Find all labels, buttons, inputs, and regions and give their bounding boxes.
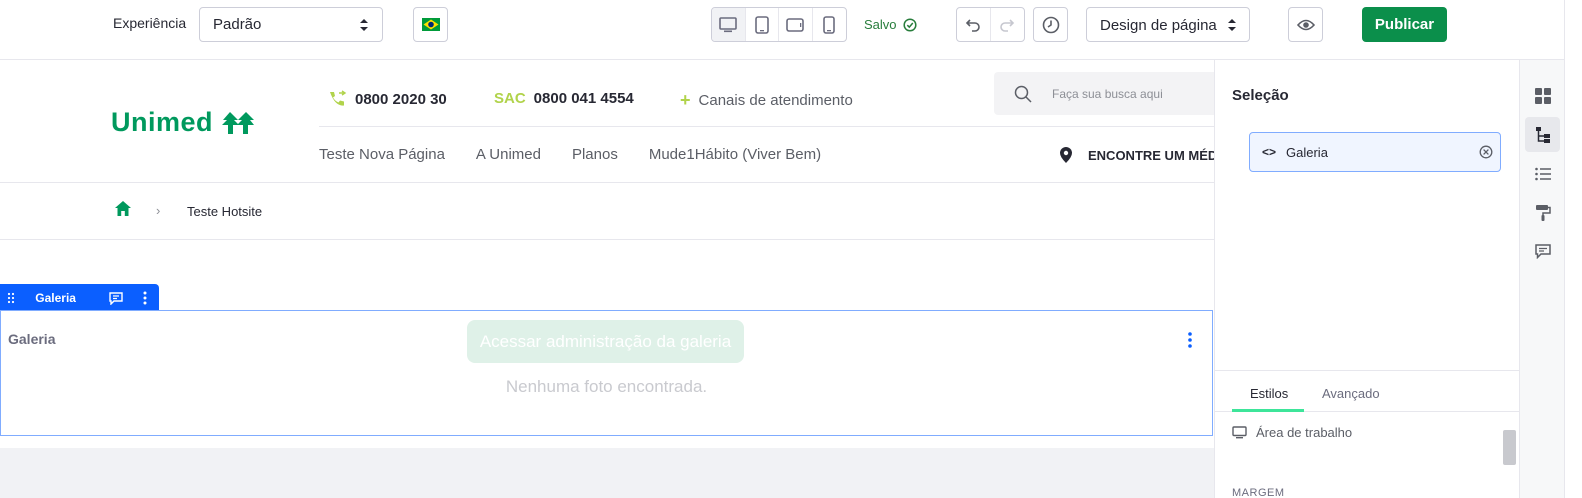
comment-icon[interactable]: [101, 291, 130, 305]
tablet-view-button[interactable]: [746, 8, 779, 41]
code-icon: <>: [1262, 145, 1277, 159]
fragments-widgets-button[interactable]: [1525, 78, 1560, 113]
fragment-topper[interactable]: Galeria: [0, 284, 159, 312]
plus-icon: +: [680, 90, 691, 110]
content-list-button[interactable]: [1525, 156, 1560, 191]
margin-section-label: MARGEM: [1232, 487, 1285, 498]
page-design-button[interactable]: [1525, 195, 1560, 230]
redo-button[interactable]: [991, 8, 1025, 41]
phone-number: 0800 2020 30: [355, 90, 447, 108]
search-icon: [1014, 85, 1032, 103]
mobile-portrait-icon: [823, 15, 836, 34]
nav-item[interactable]: A Unimed: [476, 146, 541, 163]
tab-styles[interactable]: Estilos: [1250, 386, 1288, 401]
gallery-fragment[interactable]: Galeria Acessar administração da galeria…: [0, 310, 1213, 436]
options-kebab-icon[interactable]: [130, 291, 159, 305]
undo-icon: [966, 18, 981, 32]
channels-label: Canais de atendimento: [698, 92, 853, 109]
grid-icon: [1534, 87, 1551, 104]
gallery-admin-button[interactable]: Acessar administração da galeria: [467, 320, 744, 363]
history-clock-icon: [1042, 16, 1059, 33]
site-search[interactable]: Faça sua busca aqui: [994, 72, 1214, 115]
editor-toolbar: Experiência Padrão Salvo Design de págin…: [0, 0, 1582, 60]
find-doctor-label: ENCONTRE UM MÉDICO: [1088, 147, 1214, 163]
panel-title: Seleção: [1232, 87, 1289, 104]
selected-fragment-item[interactable]: <> Galeria: [1249, 132, 1501, 172]
history-button[interactable]: [1033, 7, 1068, 42]
header-divider: [319, 126, 1214, 127]
fragment-title: Galeria: [8, 331, 56, 347]
page-design-value: Design de página: [1100, 17, 1217, 34]
sidebar-icon-strip: [1519, 60, 1564, 498]
breadcrumb: › Teste Hotsite: [0, 183, 1214, 240]
device-label: Área de trabalho: [1256, 425, 1353, 440]
select-caret-icon: [1228, 19, 1236, 31]
nav-item[interactable]: Teste Nova Página: [319, 146, 445, 163]
undo-button[interactable]: [957, 8, 991, 41]
select-caret-icon: [360, 19, 368, 31]
preview-button[interactable]: [1288, 7, 1323, 42]
home-icon[interactable]: [115, 201, 131, 216]
logo-text: Unimed: [111, 107, 214, 137]
save-status-label: Salvo: [864, 17, 897, 32]
phone-icon: [330, 90, 347, 106]
breadcrumb-separator: ›: [156, 203, 161, 218]
experience-select-value: Padrão: [213, 16, 262, 33]
search-placeholder: Faça sua busca aqui: [1052, 86, 1163, 101]
tab-advanced[interactable]: Avançado: [1322, 386, 1380, 401]
sac-label: SAC: [494, 90, 526, 107]
list-icon: [1534, 167, 1551, 180]
unimed-tree-icon: [222, 111, 255, 134]
experience-label: Experiência: [113, 15, 187, 31]
empty-gallery-message: Nenhuma foto encontrada.: [505, 377, 708, 396]
map-pin-icon: [1060, 147, 1072, 163]
service-channels-link[interactable]: + Canais de atendimento: [680, 90, 853, 111]
check-circle-icon: [902, 17, 917, 32]
eye-icon: [1296, 19, 1315, 30]
tablet-icon: [754, 15, 769, 34]
landscape-view-button[interactable]: [779, 8, 813, 41]
breadcrumb-current: Teste Hotsite: [187, 204, 263, 219]
nav-item[interactable]: Mude1Hábito (Viver Bem): [649, 146, 821, 163]
portrait-view-button[interactable]: [813, 8, 846, 41]
publish-button[interactable]: Publicar: [1362, 7, 1447, 42]
brazil-flag-icon: [421, 18, 440, 31]
mobile-landscape-icon: [786, 17, 805, 32]
active-tab-indicator: [1232, 409, 1304, 412]
sac-contact[interactable]: SAC 0800 041 4554: [494, 90, 634, 107]
redo-icon: [1000, 18, 1015, 32]
unimed-logo[interactable]: Unimed: [111, 107, 255, 138]
desktop-icon: [1232, 426, 1247, 439]
drag-handle-icon[interactable]: [0, 292, 21, 304]
save-status: Salvo: [864, 17, 917, 32]
selection-tree-button[interactable]: [1525, 117, 1560, 152]
nav-item[interactable]: Planos: [572, 146, 618, 163]
site-header: Unimed 0800 2020 30 SAC 0800 041 4554 + …: [0, 60, 1214, 183]
device-section: Área de trabalho: [1232, 425, 1352, 440]
window-scrollbar[interactable]: [1564, 0, 1582, 498]
undo-redo-group: [956, 7, 1025, 42]
panel-tabs: Estilos Avançado: [1215, 370, 1520, 412]
experience-select[interactable]: Padrão: [199, 7, 383, 42]
selection-panel: Seleção <> Galeria Estilos Avançado Área…: [1214, 60, 1520, 498]
comments-button[interactable]: [1525, 234, 1560, 269]
find-doctor-link[interactable]: ENCONTRE UM MÉDICO: [1060, 147, 1214, 163]
desktop-icon: [719, 16, 738, 32]
page-canvas: Unimed 0800 2020 30 SAC 0800 041 4554 + …: [0, 60, 1214, 498]
language-flag-button[interactable]: [413, 7, 448, 42]
desktop-view-button[interactable]: [712, 8, 746, 41]
page-design-select[interactable]: Design de página: [1086, 7, 1250, 42]
sac-number: 0800 041 4554: [533, 90, 634, 107]
fragment-kebab-icon[interactable]: [1184, 331, 1196, 349]
tree-hierarchy-icon: [1535, 126, 1550, 143]
selected-fragment-label: Galeria: [1286, 144, 1328, 160]
panel-scrollbar[interactable]: [1503, 430, 1516, 465]
comment-icon: [1534, 244, 1551, 259]
site-nav: Teste Nova Página A Unimed Planos Mude1H…: [319, 146, 821, 163]
phone-contact[interactable]: 0800 2020 30: [327, 90, 447, 108]
close-circle-icon[interactable]: [1479, 145, 1493, 159]
paint-roller-icon: [1535, 204, 1551, 221]
fragment-tag-label: Galeria: [35, 291, 76, 305]
device-selector: [711, 7, 847, 42]
